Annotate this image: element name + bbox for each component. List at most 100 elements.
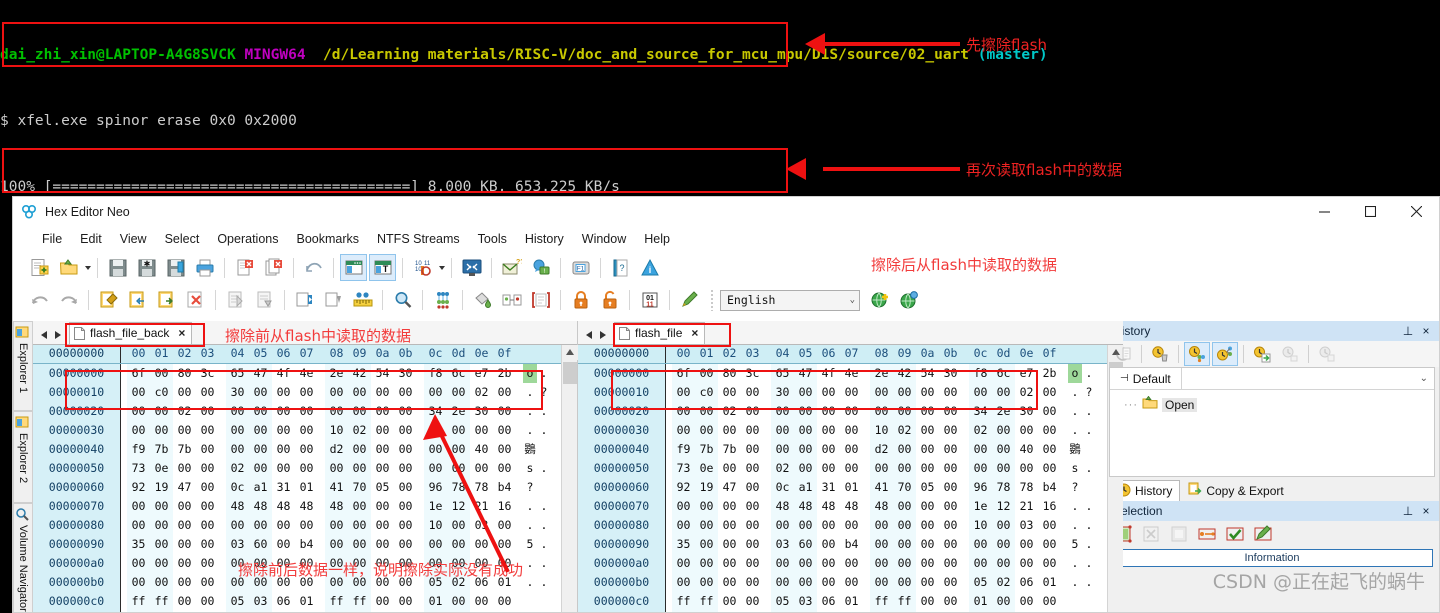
hex-byte[interactable]: 00 (969, 458, 992, 478)
hex-byte[interactable]: 01 (424, 591, 447, 611)
hex-byte[interactable]: 00 (870, 572, 893, 592)
hex-byte[interactable]: 73 (127, 458, 150, 478)
ascii-char[interactable] (523, 592, 537, 611)
hex-byte[interactable]: 00 (695, 515, 718, 535)
menu-item-tools[interactable]: Tools (469, 230, 516, 248)
hex-byte[interactable]: 35 (127, 534, 150, 554)
hex-byte[interactable]: 48 (249, 496, 272, 516)
hex-byte[interactable]: 47 (173, 477, 196, 497)
hex-byte[interactable]: 00 (196, 496, 219, 516)
hex-byte[interactable]: 00 (695, 363, 718, 383)
hex-byte[interactable]: ff (249, 610, 272, 612)
hex-row[interactable]: 00000090 35 00 00 00 03 60 00 b4 00 00 00 00 00 00 00 00… (578, 534, 1107, 554)
hex-byte[interactable]: 73 (672, 458, 695, 478)
hex-byte[interactable]: 04 (695, 610, 718, 612)
hex-byte[interactable]: 00 (493, 382, 516, 402)
save-history-icon[interactable] (1249, 342, 1275, 366)
hex-byte[interactable]: 00 (295, 382, 318, 402)
ascii-char[interactable]: . (1082, 421, 1096, 440)
hex-byte[interactable]: 00 (226, 401, 249, 421)
hex-byte[interactable]: 00 (493, 420, 516, 440)
ascii-char[interactable]: . (1082, 364, 1096, 383)
ascii-char[interactable]: 鷃 (1068, 440, 1082, 459)
hex-byte[interactable]: 35 (672, 534, 695, 554)
hex-byte[interactable]: 00 (348, 534, 371, 554)
hex-byte[interactable]: 00 (150, 515, 173, 535)
hex-byte[interactable]: ff (394, 610, 417, 612)
hex-byte[interactable]: 2b (493, 363, 516, 383)
hex-byte[interactable]: ff (325, 591, 348, 611)
redo-icon[interactable] (55, 287, 82, 314)
hex-row-bytes[interactable]: 92 19 47 00 0c a1 31 01 41 70 05 00 96 78 78 b4 (666, 477, 1061, 497)
hex-byte[interactable]: 02 (424, 420, 447, 440)
hex-byte[interactable]: 60 (249, 534, 272, 554)
hex-byte[interactable]: 00 (249, 439, 272, 459)
hex-byte[interactable]: 00 (371, 382, 394, 402)
hex-byte[interactable]: 00 (325, 572, 348, 592)
hex-pane-view-icon[interactable] (340, 254, 367, 281)
ascii-char[interactable] (1082, 592, 1096, 611)
ascii-char[interactable]: 鷃 (523, 440, 537, 459)
nav-next-icon[interactable] (52, 330, 63, 340)
hex-row-bytes[interactable]: 00 00 00 00 00 00 00 00 00 00 00 00 10 00 03 00 (121, 515, 516, 535)
hex-byte[interactable]: 00 (893, 515, 916, 535)
hex-row-bytes[interactable]: 6f 00 80 3c 65 47 4f 4e 2e 42 54 30 f8 6c e7 2b (121, 363, 516, 383)
hex-byte[interactable]: 00 (718, 534, 741, 554)
hex-byte[interactable]: 92 (672, 477, 695, 497)
hex-byte[interactable]: 00 (196, 477, 219, 497)
hex-byte[interactable]: 00 (226, 515, 249, 535)
hex-row-bytes[interactable]: 00 00 02 00 00 00 00 00 00 00 00 00 34 2e 30 00 (121, 401, 516, 421)
hex-byte[interactable]: 00 (493, 401, 516, 421)
hex-byte[interactable]: 00 (969, 534, 992, 554)
hex-byte[interactable]: 00 (394, 572, 417, 592)
hex-row[interactable]: 00000070 00 00 00 00 48 48 48 48 48 00 00 00 1e 12 21 16… (578, 496, 1107, 516)
ascii-char[interactable]: ? (1082, 383, 1096, 402)
hex-byte[interactable]: 48 (771, 496, 794, 516)
hex-row-ascii[interactable]: .. (1061, 554, 1096, 573)
menu-item-view[interactable]: View (111, 230, 156, 248)
hex-byte[interactable]: 2e (447, 401, 470, 421)
hex-byte[interactable]: 00 (840, 553, 863, 573)
hex-byte[interactable]: 00 (916, 572, 939, 592)
ascii-char[interactable] (537, 611, 551, 612)
hex-byte[interactable]: 06 (817, 591, 840, 611)
hex-byte[interactable]: 00 (992, 458, 1015, 478)
hex-byte[interactable]: f8 (969, 363, 992, 383)
hex-row-ascii[interactable]: o. (516, 363, 551, 383)
hex-byte[interactable]: 00 (272, 534, 295, 554)
hex-byte[interactable]: 05 (127, 610, 150, 612)
hex-byte[interactable]: 00 (196, 553, 219, 573)
hex-byte[interactable]: 00 (969, 553, 992, 573)
hex-byte[interactable]: 00 (840, 401, 863, 421)
hex-byte[interactable]: f8 (424, 363, 447, 383)
hex-byte[interactable]: 00 (371, 515, 394, 535)
menu-item-edit[interactable]: Edit (71, 230, 111, 248)
hex-byte[interactable]: 00 (272, 401, 295, 421)
hex-byte[interactable]: 00 (226, 420, 249, 440)
hex-byte[interactable]: ff (150, 591, 173, 611)
hex-byte[interactable]: 00 (741, 591, 764, 611)
hex-row-ascii[interactable]: .. (1061, 573, 1096, 592)
hex-byte[interactable]: f9 (127, 439, 150, 459)
nav-prev-icon[interactable] (39, 330, 50, 340)
hex-byte[interactable]: 00 (196, 572, 219, 592)
hex-byte[interactable]: 30 (771, 382, 794, 402)
hex-byte[interactable]: 41 (870, 477, 893, 497)
hex-row[interactable]: 00000050 73 0e 00 00 02 00 00 00 00 00 00 00 00 00 00 00… (578, 458, 1107, 478)
hex-byte[interactable]: 10 (870, 420, 893, 440)
hex-byte[interactable]: 02 (447, 572, 470, 592)
ascii-char[interactable] (537, 478, 551, 497)
ascii-char[interactable]: 5 (1068, 535, 1082, 554)
ascii-char[interactable]: . (1068, 516, 1082, 535)
hex-row-bytes[interactable]: 00 c0 00 00 30 00 00 00 00 00 00 00 00 00 02 00 (121, 382, 516, 402)
hex-byte[interactable]: 00 (794, 439, 817, 459)
hex-byte[interactable]: 00 (150, 553, 173, 573)
ascii-char[interactable]: . (537, 459, 551, 478)
hex-byte[interactable]: 00 (695, 534, 718, 554)
hex-byte[interactable]: 00 (1015, 534, 1038, 554)
hex-byte[interactable]: 00 (196, 420, 219, 440)
hex-byte[interactable]: 00 (741, 458, 764, 478)
maximize-icon[interactable] (1347, 197, 1393, 226)
hex-byte[interactable]: 2b (1038, 363, 1061, 383)
close-document-icon[interactable] (231, 254, 258, 281)
